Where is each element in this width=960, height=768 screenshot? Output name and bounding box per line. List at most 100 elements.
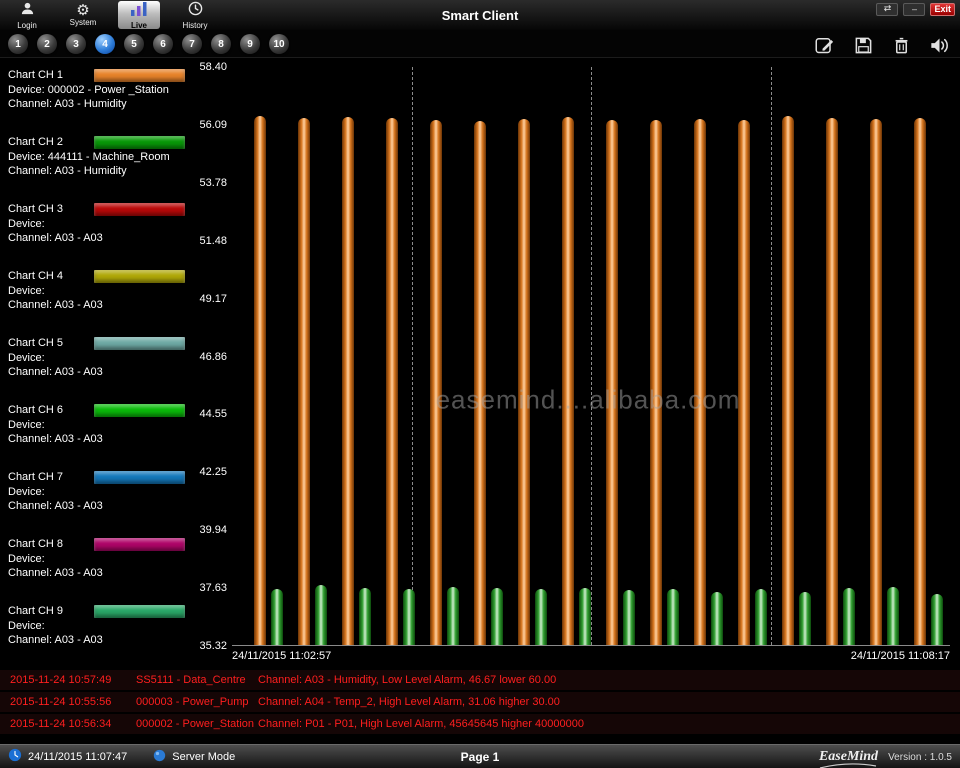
channel-title: Chart CH 2	[8, 136, 94, 148]
channel-entry[interactable]: Chart CH 1Device: 000002 - Power _Statio…	[8, 62, 185, 129]
plot-area	[232, 67, 950, 646]
page-button-6[interactable]: 6	[153, 34, 173, 54]
alarm-time: 2015-11-24 10:56:34	[10, 718, 136, 730]
channel-device: Device:	[8, 285, 185, 297]
live-button[interactable]: Live	[118, 1, 160, 29]
page-button-8[interactable]: 8	[211, 34, 231, 54]
channel-color-swatch	[94, 69, 185, 82]
page-button-3[interactable]: 3	[66, 34, 86, 54]
channel-entry[interactable]: Chart CH 7Device:Channel: A03 - A03	[8, 464, 185, 531]
page-selector-row: 123456789 10	[0, 30, 960, 58]
gear-icon: ⚙	[76, 3, 89, 18]
login-button[interactable]: Login	[6, 1, 48, 29]
page-button-10[interactable]: 10	[269, 34, 289, 54]
live-view: Chart CH 1Device: 000002 - Power _Statio…	[0, 58, 960, 668]
alarm-device: 000002 - Power_Station	[136, 718, 258, 730]
login-label: Login	[17, 22, 37, 30]
bar-ch1	[914, 118, 926, 645]
alarm-message: Channel: A03 - Humidity, Low Level Alarm…	[258, 674, 960, 686]
alarm-row[interactable]: 2015-11-24 10:56:34000002 - Power_Statio…	[0, 714, 960, 734]
bar-ch2	[491, 588, 503, 645]
system-button[interactable]: ⚙ System	[62, 1, 104, 29]
channel-title: Chart CH 7	[8, 471, 94, 483]
channel-entry[interactable]: Chart CH 4 Device: Channel: A03 - A03	[8, 263, 185, 330]
channel-channel: Channel: A03 - Humidity	[8, 98, 185, 110]
channel-title: Chart CH 3	[8, 203, 94, 215]
bar-ch2	[535, 589, 547, 645]
live-chart-icon	[130, 1, 148, 21]
bar-ch2	[755, 589, 767, 645]
page-button-5[interactable]: 5	[124, 34, 144, 54]
channel-entry[interactable]: Chart CH 6Device:Channel: A03 - A03	[8, 397, 185, 464]
channel-channel: Channel: A03 - Humidity	[8, 165, 185, 177]
channel-title: Chart CH 6	[8, 404, 94, 416]
channel-device: Device:	[8, 486, 185, 498]
channel-color-swatch	[94, 270, 185, 283]
channel-entry[interactable]: Chart CH 8Device:Channel: A03 - A03	[8, 531, 185, 598]
bar-ch2	[315, 585, 327, 645]
channel-entry[interactable]: Chart CH 2 Device: 444111 - Machine_Room C…	[8, 129, 185, 196]
clock-icon	[8, 748, 22, 765]
bar-ch1	[738, 120, 750, 645]
alarm-message: Channel: P01 - P01, High Level Alarm, 45…	[258, 718, 960, 730]
channel-channel: Channel: A03 - A03	[8, 299, 185, 311]
channel-title: Chart CH 8	[8, 538, 94, 550]
gridline	[412, 67, 413, 645]
bar-ch2	[799, 592, 811, 645]
page-button-9[interactable]: 9	[240, 34, 260, 54]
exit-button[interactable]: Exit	[930, 3, 955, 16]
y-axis-tick: 37.63	[199, 582, 227, 594]
channel-color-swatch	[94, 136, 185, 149]
page-button-1[interactable]: 1	[8, 34, 28, 54]
alarm-device: SS5111 - Data_Centre	[136, 674, 258, 686]
bar-ch2	[887, 587, 899, 645]
audio-alarm-button[interactable]	[928, 34, 950, 56]
history-label: History	[183, 22, 208, 30]
y-axis-tick: 46.86	[199, 351, 227, 363]
title-bar: Login ⚙ System Live History Smart Client	[0, 0, 960, 30]
bar-ch1	[342, 117, 354, 645]
save-button[interactable]	[852, 34, 874, 56]
alarm-message: Channel: A04 - Temp_2, High Level Alarm,…	[258, 696, 960, 708]
alarm-row[interactable]: 2015-11-24 10:55:56000003 - Power_PumpCh…	[0, 692, 960, 712]
server-mode-group: Server Mode	[153, 749, 235, 765]
page-button-7[interactable]: 7	[182, 34, 202, 54]
channel-device: Device: 444111 - Machine_Room	[8, 151, 185, 163]
channel-entry[interactable]: Chart CH 9Device:Channel: A03 - A03	[8, 598, 185, 665]
bar-ch1	[298, 118, 310, 645]
bar-ch2	[711, 592, 723, 645]
page-button-2[interactable]: 2	[37, 34, 57, 54]
minimize-button[interactable]: –	[903, 3, 925, 16]
y-axis-tick: 44.55	[199, 408, 227, 420]
live-label: Live	[131, 22, 147, 30]
edit-button[interactable]	[814, 34, 836, 56]
bar-ch1	[606, 120, 618, 645]
bar-ch2	[843, 588, 855, 645]
y-axis: 58.4056.0953.7851.4849.1746.8644.5542.25…	[185, 67, 229, 646]
channel-entry[interactable]: Chart CH 5Device:Channel: A03 - A03	[8, 330, 185, 397]
channel-color-swatch	[94, 337, 185, 350]
bar-ch2	[579, 588, 591, 645]
channel-color-swatch	[94, 203, 185, 216]
history-button[interactable]: History	[174, 1, 216, 29]
switch-view-button[interactable]: ⇄	[876, 3, 898, 16]
delete-button[interactable]	[890, 34, 912, 56]
x-axis-end-time: 24/11/2015 11:08:17	[851, 650, 950, 662]
channel-entry[interactable]: Chart CH 3Device:Channel: A03 - A03	[8, 196, 185, 263]
page-button-4[interactable]: 4	[95, 34, 115, 54]
chart-area: 58.4056.0953.7851.4849.1746.8644.5542.25…	[185, 58, 960, 668]
channel-list: Chart CH 1Device: 000002 - Power _Statio…	[0, 58, 185, 668]
bar-ch2	[447, 587, 459, 645]
status-datetime: 24/11/2015 11:07:47	[28, 751, 127, 763]
status-bar: 24/11/2015 11:07:47 Server Mode Page 1 E…	[0, 744, 960, 768]
channel-channel: Channel: A03 - A03	[8, 634, 185, 646]
gridline	[771, 67, 772, 645]
alarm-time: 2015-11-24 10:55:56	[10, 696, 136, 708]
y-axis-tick: 51.48	[199, 235, 227, 247]
channel-title: Chart CH 4	[8, 270, 94, 282]
channel-device: Device:	[8, 419, 185, 431]
alarm-row[interactable]: 2015-11-24 10:57:49SS5111 - Data_CentreC…	[0, 670, 960, 690]
bar-ch1	[518, 119, 530, 645]
channel-title: Chart CH 1	[8, 69, 94, 81]
y-axis-tick: 58.40	[199, 61, 227, 73]
